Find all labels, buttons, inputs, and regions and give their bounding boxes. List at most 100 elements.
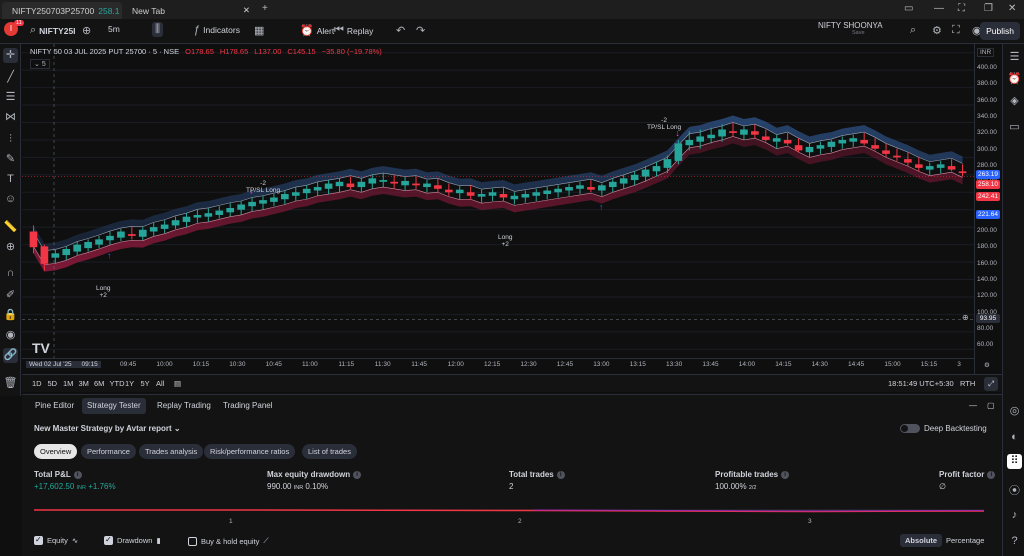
buy-hold-checkbox[interactable]: Buy & hold equity ⟋	[188, 536, 269, 546]
watchlist-icon[interactable]: ☰	[1007, 50, 1022, 65]
link-icon[interactable]: 🔗	[3, 348, 18, 363]
redo-icon[interactable]: ↷	[416, 24, 425, 37]
info-icon[interactable]: i	[781, 470, 790, 479]
checkbox-icon[interactable]	[104, 535, 113, 545]
add-plus-icon[interactable]: ⊕	[962, 313, 969, 322]
tab-trading-panel[interactable]: Trading Panel	[218, 398, 278, 414]
indicators-button[interactable]: ƒ Indicators	[194, 24, 240, 36]
chip-performance[interactable]: Performance	[81, 444, 136, 459]
layout-grid-icon[interactable]: ▦	[254, 24, 264, 37]
date-range-icon[interactable]: ▤	[174, 379, 181, 388]
price-scale[interactable]: INR 400.00 380.00 360.00 340.00 320.00 300.00…	[974, 44, 1002, 374]
fullscreen-icon[interactable]: ⛶	[958, 3, 965, 14]
range-button[interactable]: 6M	[94, 379, 104, 388]
deep-backtesting-toggle[interactable]: Deep Backtesting	[900, 424, 987, 433]
info-icon[interactable]: i	[73, 470, 82, 479]
brush-icon[interactable]: ✎	[3, 152, 18, 167]
info-icon[interactable]: i	[556, 470, 565, 479]
emoji-icon[interactable]: ☺	[3, 192, 18, 207]
settings-icon[interactable]: ⚙	[984, 361, 990, 369]
tab-strategy-tester[interactable]: Strategy Tester	[82, 398, 146, 414]
clock-label[interactable]: 18:51:49 UTC+5:30	[888, 379, 954, 388]
chip-list-of-trades[interactable]: List of trades	[302, 444, 357, 459]
checkbox-icon[interactable]	[34, 535, 43, 545]
range-button[interactable]: 1D	[32, 379, 42, 388]
magnet-icon[interactable]: ∩	[3, 266, 18, 281]
layers-icon[interactable]: ◈	[1007, 94, 1022, 109]
range-button[interactable]: 1M	[63, 379, 73, 388]
minimize-icon[interactable]: —	[934, 3, 944, 14]
alert-button[interactable]: ⏰ Alert	[300, 24, 334, 37]
checkbox-icon[interactable]	[188, 536, 197, 546]
browser-tab-chart[interactable]: NIFTY250703P25700 258.1	[2, 2, 122, 19]
fib-icon[interactable]: ☰	[3, 90, 18, 105]
currency-label[interactable]: INR	[977, 48, 995, 57]
price-label: 200.00	[977, 227, 997, 234]
stay-drawing-icon[interactable]: ✐	[3, 288, 18, 303]
ruler-icon[interactable]: 📏	[3, 220, 18, 235]
symbol-search[interactable]: ⌕ NIFTY25I	[30, 24, 76, 37]
prediction-icon[interactable]: ⫶	[3, 132, 18, 147]
screen-icon[interactable]: ▭	[904, 3, 913, 14]
auto-scale-icon[interactable]: ⤢	[984, 377, 998, 391]
tab-replay-trading[interactable]: Replay Trading	[152, 398, 216, 414]
alarm-icon[interactable]: ⏰	[1007, 72, 1022, 87]
interval-toggle[interactable]: ⌄ 5	[30, 59, 50, 69]
minimize-panel-icon[interactable]: —	[964, 398, 982, 414]
new-tab-icon[interactable]: +	[262, 3, 268, 14]
chip-risk-ratios[interactable]: Risk/performance ratios	[204, 444, 296, 459]
crosshair-icon[interactable]: ✛	[3, 48, 18, 63]
range-button[interactable]: 5D	[48, 379, 58, 388]
add-symbol-icon[interactable]: ⊕	[82, 24, 91, 37]
grid-icon[interactable]: ⠿	[1007, 454, 1022, 469]
report-selector[interactable]: New Master Strategy by Avtar report ⌄	[34, 424, 181, 433]
avatar[interactable]: I 11	[4, 20, 24, 36]
chat-icon[interactable]: ▭	[1007, 120, 1022, 135]
maximize-panel-icon[interactable]: ▢	[982, 398, 1000, 414]
candles-icon[interactable]: ⫼	[152, 22, 164, 37]
info-icon[interactable]: i	[987, 470, 996, 479]
search-icon[interactable]: ⌕	[910, 24, 916, 37]
signal-icon[interactable]: ◎	[1007, 404, 1022, 419]
trendline-icon[interactable]: ╱	[3, 70, 18, 85]
zoom-icon[interactable]: ⊕	[3, 240, 18, 255]
text-icon[interactable]: T	[3, 172, 18, 187]
drawdown-checkbox[interactable]: Drawdown▮	[104, 535, 161, 545]
close-icon[interactable]: ✕	[243, 5, 250, 16]
tab-pine-editor[interactable]: Pine Editor	[30, 398, 79, 414]
bell-icon[interactable]: ♪	[1007, 508, 1022, 523]
replay-button[interactable]: ⏮ Replay	[334, 24, 373, 37]
range-button[interactable]: 5Y	[141, 379, 150, 388]
fullscreen-icon[interactable]: ⛶	[952, 24, 960, 37]
broadcast-icon[interactable]: ⦿	[1007, 484, 1022, 499]
toggle-switch[interactable]	[900, 424, 920, 433]
price-chart[interactable]: ↑ ↓ ↑ ↓	[22, 44, 974, 374]
layout-selector[interactable]: NIFTY SHOONYA Save	[818, 21, 883, 36]
range-button[interactable]: YTD	[110, 379, 125, 388]
candlestick-chart[interactable]: ↑↓↑↓	[22, 44, 974, 358]
percentage-button[interactable]: Percentage	[946, 536, 984, 545]
browser-tab-new[interactable]: New Tab ✕	[126, 2, 256, 19]
publish-button[interactable]: Publish	[980, 22, 1020, 40]
eye-icon[interactable]: ◉	[3, 328, 18, 343]
help-icon[interactable]: ?	[1007, 534, 1022, 549]
trading-icon[interactable]: ◐	[1007, 430, 1022, 445]
absolute-button[interactable]: Absolute	[900, 534, 943, 547]
settings-icon[interactable]: ⚙	[932, 24, 942, 37]
pattern-icon[interactable]: ⋈	[3, 110, 18, 125]
lock-icon[interactable]: 🔒	[3, 308, 18, 323]
chip-trades-analysis[interactable]: Trades analysis	[139, 444, 204, 459]
range-button[interactable]: 1Y	[125, 379, 134, 388]
range-button[interactable]: All	[156, 379, 164, 388]
window-close-icon[interactable]: ✕	[1008, 3, 1016, 14]
session-label[interactable]: RTH	[960, 379, 975, 388]
range-button[interactable]: 3M	[79, 379, 89, 388]
maximize-icon[interactable]: ❐	[984, 3, 993, 14]
info-icon[interactable]: i	[353, 470, 362, 479]
undo-icon[interactable]: ↶	[396, 24, 405, 37]
trash-icon[interactable]: 🗑	[3, 376, 18, 391]
equity-checkbox[interactable]: Equity∿	[34, 535, 78, 545]
interval-button[interactable]: 5m	[108, 24, 120, 34]
time-axis[interactable]: Wed 02 Jul '25 09:15 09:45 10:00 10:15 10:3…	[22, 358, 990, 372]
chip-overview[interactable]: Overview	[34, 444, 78, 459]
